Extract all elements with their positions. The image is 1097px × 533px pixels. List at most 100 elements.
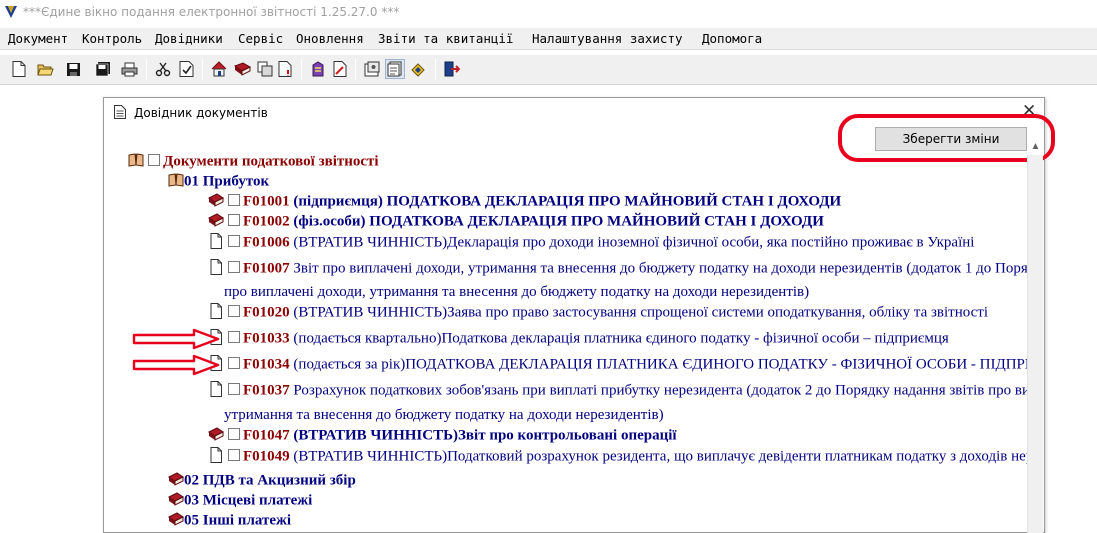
checkbox[interactable] — [228, 305, 240, 317]
home-icon[interactable] — [210, 60, 228, 78]
settings-icon[interactable] — [363, 60, 381, 78]
closed-book-icon — [208, 213, 224, 227]
save-all-icon[interactable] — [94, 60, 112, 78]
tree-node-label: 01 Прибуток — [184, 173, 270, 190]
checkbox[interactable] — [148, 154, 160, 166]
toolbar-separator — [202, 59, 203, 80]
tree-node-label: 02 ПДВ та Акцизний збір — [184, 472, 356, 489]
cut-icon[interactable] — [154, 60, 172, 78]
menu-service[interactable]: Сервіс — [238, 31, 283, 46]
sign-icon[interactable] — [309, 60, 327, 78]
tree-root[interactable]: Документи податкової звітності — [128, 152, 379, 172]
checkbox[interactable] — [228, 214, 240, 226]
page-icon — [210, 303, 222, 319]
document-title: (підприємця) ПОДАТКОВА ДЕКЛАРАЦІЯ ПРО МА… — [289, 193, 842, 210]
receipts-icon[interactable] — [409, 60, 427, 78]
tree-item-F01034[interactable]: F01034 (подається за рік)ПОДАТКОВА ДЕКЛА… — [208, 355, 1027, 375]
tree-item-F01002[interactable]: F01002 (фіз.особи) ПОДАТКОВА ДЕКЛАРАЦІЯ … — [208, 212, 824, 232]
tree-item-F01049[interactable]: F01049 (ВТРАТИВ ЧИННІСТЬ)Податковий розр… — [208, 447, 1027, 467]
document-title: (фіз.особи) ПОДАТКОВА ДЕКЛАРАЦІЯ ПРО МАЙ… — [289, 213, 824, 230]
menu-bar: Документ Контроль Довідники Сервіс Оновл… — [0, 28, 1097, 50]
tree-item-F01007[interactable]: F01007 Звіт про виплачені доходи, утрима… — [208, 259, 1027, 279]
document-code: F01006 — [243, 234, 290, 251]
document-code: F01002 — [243, 213, 290, 230]
copy-icon[interactable] — [256, 60, 274, 78]
menu-help[interactable]: Допомога — [702, 31, 762, 46]
open-book-icon — [168, 173, 184, 187]
app-logo-icon — [5, 6, 17, 18]
tree-item-F01037[interactable]: F01037 Розрахунок податкових зобов'язань… — [208, 381, 1027, 401]
print-icon[interactable] — [120, 60, 138, 78]
document-code: F01020 — [243, 304, 290, 321]
checkbox[interactable] — [228, 383, 240, 395]
checkbox[interactable] — [228, 194, 240, 206]
closed-book-icon — [168, 472, 184, 486]
tree-item-F01001[interactable]: F01001 (підприємця) ПОДАТКОВА ДЕКЛАРАЦІЯ… — [208, 192, 841, 212]
toolbar-separator — [301, 59, 302, 80]
tree-item-F01006[interactable]: F01006 (ВТРАТИВ ЧИННІСТЬ)Декларація про … — [208, 233, 974, 253]
open-folder-icon[interactable] — [36, 60, 54, 78]
toolbar — [0, 55, 1097, 85]
checkbox[interactable] — [228, 331, 240, 343]
delete-icon[interactable] — [277, 60, 295, 78]
dialog-title: Довідник документів — [134, 106, 268, 120]
title-bar: ***Єдине вікно подання електронної звітн… — [0, 0, 1097, 25]
tree-node-label: Документи податкової звітності — [163, 153, 379, 170]
closed-book-icon — [168, 492, 184, 506]
tree-node-label: 03 Місцеві платежі — [184, 492, 313, 509]
checkbox[interactable] — [228, 449, 240, 461]
new-document-icon[interactable] — [10, 60, 28, 78]
document-title: (подається квартально)Податкова декларац… — [289, 330, 949, 347]
page-icon — [210, 233, 222, 249]
annotation-arrow-icon — [132, 354, 220, 376]
tree-group-05[interactable]: 05 Інші платежі — [168, 511, 291, 531]
tree-item-F01020[interactable]: F01020 (ВТРАТИВ ЧИННІСТЬ)Заява про право… — [208, 303, 988, 323]
scroll-up-icon[interactable]: ▲ — [1028, 139, 1043, 154]
document-icon — [114, 105, 126, 119]
closed-book-icon — [168, 512, 184, 526]
checkbox[interactable] — [228, 235, 240, 247]
book-icon[interactable] — [233, 60, 251, 78]
page-icon — [210, 381, 222, 397]
menu-update[interactable]: Оновлення — [296, 31, 364, 46]
annotation-arrow-icon — [132, 328, 220, 350]
page-icon — [210, 259, 222, 275]
reports-icon[interactable] — [385, 59, 405, 79]
documents-tree: Документи податкової звітності 01 Прибут… — [104, 150, 1027, 533]
document-title: (ВТРАТИВ ЧИННІСТЬ)Заява про право застос… — [289, 304, 989, 321]
check-icon[interactable] — [177, 60, 195, 78]
save-icon[interactable] — [64, 60, 82, 78]
menu-security-settings[interactable]: Налаштування захисту — [532, 31, 683, 46]
tree-item-F01047[interactable]: F01047 (ВТРАТИВ ЧИННІСТЬ)Звіт про контро… — [208, 426, 677, 446]
tree-node-label: 05 Інші платежі — [184, 512, 292, 529]
checkbox[interactable] — [228, 357, 240, 369]
closed-book-icon — [208, 193, 224, 207]
toolbar-separator — [355, 59, 356, 80]
document-code: F01033 — [243, 330, 290, 347]
tree-group-03[interactable]: 03 Місцеві платежі — [168, 491, 312, 511]
document-title-continued: про виплачені доходи, утримання та внесе… — [224, 284, 810, 300]
document-title-continued: утримання та внесення до бюджету податку… — [224, 407, 664, 423]
tree-item-F01033[interactable]: F01033 (подається квартально)Податкова д… — [208, 329, 949, 349]
vertical-scrollbar[interactable] — [1027, 155, 1043, 533]
document-code: F01007 — [243, 260, 290, 277]
export-icon[interactable] — [331, 60, 349, 78]
menu-directories[interactable]: Довідники — [155, 31, 223, 46]
checkbox[interactable] — [228, 261, 240, 273]
menu-document[interactable]: Документ — [8, 31, 68, 46]
checkbox[interactable] — [228, 428, 240, 440]
tree-group-02[interactable]: 02 ПДВ та Акцизний збір — [168, 471, 356, 491]
open-book-icon — [128, 153, 144, 167]
document-title: Звіт про виплачені доходи, утримання та … — [293, 260, 1027, 277]
tree-group-01[interactable]: 01 Прибуток — [168, 172, 269, 192]
menu-reports-receipts[interactable]: Звіти та квитанції — [378, 31, 513, 46]
exit-icon[interactable] — [443, 60, 461, 78]
document-code: F01037 — [243, 382, 290, 399]
document-title: Розрахунок податкових зобов'язань при ви… — [293, 382, 1027, 399]
menu-control[interactable]: Контроль — [82, 31, 142, 46]
window-title: ***Єдине вікно подання електронної звітн… — [23, 5, 400, 19]
document-code: F01047 — [243, 427, 290, 444]
page-icon — [210, 447, 222, 463]
toolbar-separator — [435, 59, 436, 80]
closed-book-icon — [208, 427, 224, 441]
